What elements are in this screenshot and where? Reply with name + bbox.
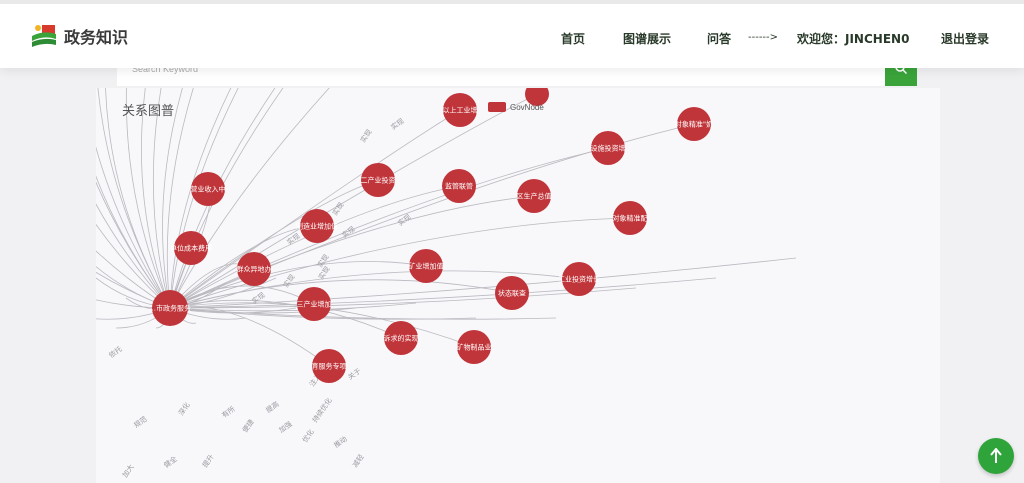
node-label: 对象精准配 <box>613 214 648 223</box>
node-label: …市政务服务 <box>149 304 191 313</box>
edge-label: 有所 <box>220 404 237 419</box>
graph-edge <box>141 88 171 309</box>
edge-label: 实现 <box>340 224 357 239</box>
graph-node[interactable]: 二产业投资 <box>361 163 396 197</box>
nav-arrow: ------> <box>748 32 779 43</box>
graph-edge <box>169 195 535 309</box>
arrow-up-icon <box>990 448 1002 463</box>
edge-label: 加强 <box>277 419 294 434</box>
node-label: 监管联管 <box>445 182 473 191</box>
top-navbar: 政务知识 首页 图谱展示 问答 ------> 欢迎您：JINCHEN0 退出登… <box>0 0 1024 68</box>
edge-label: 便捷 <box>240 418 255 435</box>
edge-label: 深化 <box>176 401 191 418</box>
graph-node[interactable]: 矿业增加值 <box>409 249 444 283</box>
node-label: 制造业增加值 <box>296 222 338 231</box>
logo[interactable]: 政务知识 <box>30 22 128 50</box>
back-to-top-button[interactable] <box>978 438 1014 474</box>
nav-qa[interactable]: 问答 <box>707 30 731 47</box>
edge-label: 推动 <box>332 434 349 449</box>
graph-node[interactable]: 设施投资增 <box>591 131 626 165</box>
graph-node[interactable]: 营业收入中 <box>191 172 226 206</box>
graph-node[interactable]: 矿物制品业 <box>457 330 492 364</box>
node-label: 设施投资增 <box>591 144 626 153</box>
edge-label: 实现 <box>285 231 302 246</box>
legend[interactable]: GovNode <box>488 102 544 112</box>
graph-edge <box>169 279 513 309</box>
edge-label: 优化 <box>300 428 315 445</box>
node-label: 工业投资增长 <box>558 275 600 284</box>
graph-node[interactable]: 单位成本费用 <box>170 231 212 265</box>
node-label: 以上工业增 <box>443 106 478 115</box>
logo-icon <box>30 22 58 50</box>
edge-label: 减轻 <box>350 453 365 470</box>
logo-text: 政务知识 <box>64 28 129 47</box>
node-label: 三产业增加 <box>297 300 332 309</box>
edge-label: 健全 <box>162 454 179 469</box>
edge-label: 规范 <box>132 414 149 429</box>
edge-label: 实现 <box>315 253 330 270</box>
node-label: 二产业投资 <box>361 176 396 185</box>
panel-title: 关系图普 <box>122 104 175 119</box>
edge-label: 实现 <box>281 273 296 290</box>
legend-swatch <box>488 102 506 112</box>
legend-label: GovNode <box>510 102 544 112</box>
edge-label: 实现 <box>389 116 406 131</box>
nav-home[interactable]: 首页 <box>561 30 585 47</box>
graph-node[interactable]: 工业投资增长 <box>558 262 600 296</box>
node-label: 单位成本费用 <box>170 244 212 253</box>
edge-label: 关于 <box>346 366 363 381</box>
graph-node[interactable]: 诉求的实现 <box>384 321 419 355</box>
node-label: 诉求的实现 <box>384 334 419 343</box>
nodes: …市政务服务 以上工业增对象精准"奶设施投资增营业收入中 二产业投资监管联管区生产总… <box>149 88 713 383</box>
graph-panel: 关系图普 GovNode 实现 实现 实现 实现 实现 实现 实现 实现 实现 实现 注入 关于 持续优… <box>96 88 940 483</box>
node-label: 状态联查 <box>498 289 526 298</box>
graph-edge <box>169 287 637 309</box>
nav-graph[interactable]: 图谱展示 <box>623 30 671 47</box>
node-label: 育服务专项 <box>312 362 347 371</box>
edge-label: 依托 <box>107 344 124 359</box>
graph-node[interactable]: 对象精准配 <box>613 201 648 235</box>
edge-label: 提高 <box>264 399 281 414</box>
edge-label: 提升 <box>200 453 215 470</box>
node-label: 群众异地办 <box>237 265 272 274</box>
node-label: 矿业增加值 <box>409 262 444 271</box>
graph-edge <box>96 223 171 309</box>
graph-node[interactable]: 以上工业增 <box>443 93 478 127</box>
graph-edge <box>169 307 557 320</box>
graph-node[interactable]: 状态联查 <box>495 276 529 310</box>
relation-graph[interactable]: 实现实现实现实现实现实现实现实现实现实现注入 关于持续优化提高便捷 加强优化 推动减轻… <box>96 88 940 483</box>
node-label: 区生产总值 <box>517 192 552 201</box>
graph-node[interactable]: 区生产总值 <box>517 179 552 213</box>
node-label: 矿物制品业 <box>457 343 492 352</box>
graph-node[interactable]: 对象精准"奶 <box>675 107 713 141</box>
edge-label: 加大 <box>120 463 135 480</box>
node-label: 对象精准"奶 <box>675 120 713 129</box>
edge-label: 实现 <box>358 128 373 145</box>
welcome-user: 欢迎您：JINCHEN0 <box>797 32 910 46</box>
graph-node[interactable]: 监管联管 <box>442 169 476 203</box>
node-label: 营业收入中 <box>191 185 226 194</box>
nav-logout[interactable]: 退出登录 <box>941 30 989 47</box>
edge-label: 持续优化 <box>310 396 333 424</box>
